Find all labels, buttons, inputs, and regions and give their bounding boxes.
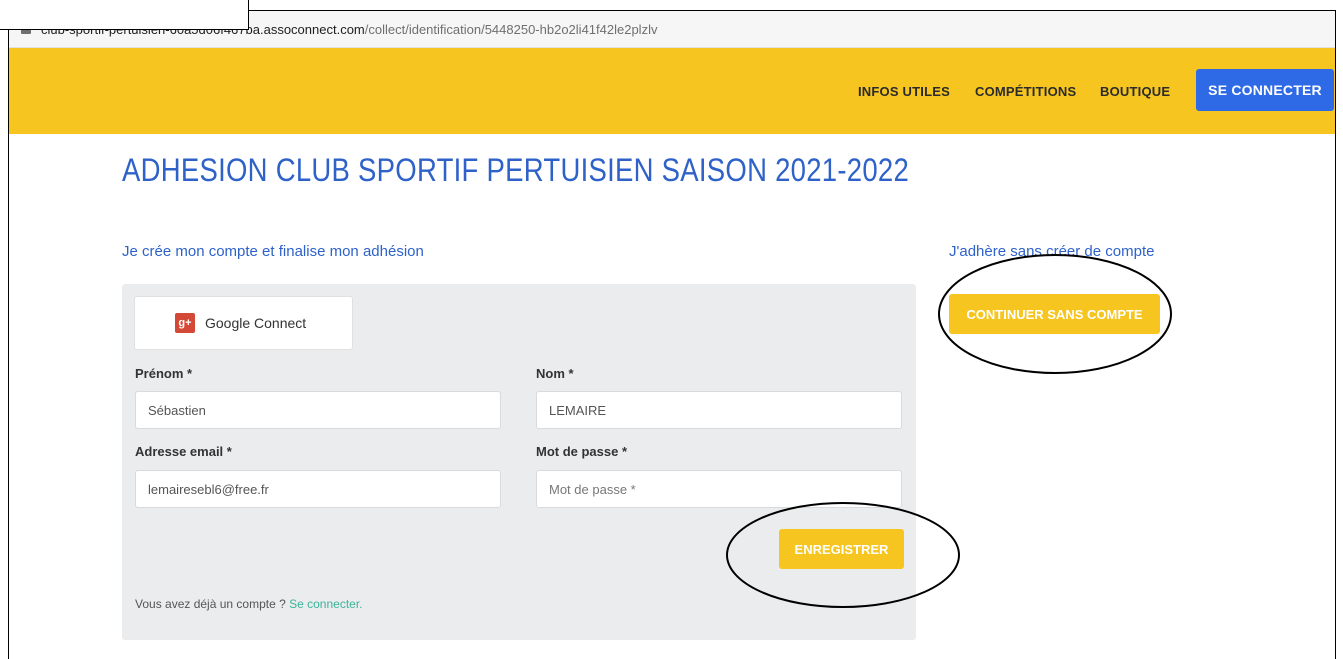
email-field[interactable]: lemairesebl6@free.fr: [135, 470, 501, 508]
url-path: /collect/identification/5448250-hb2o2li4…: [364, 21, 658, 37]
se-connecter-button[interactable]: SE CONNECTER: [1196, 69, 1334, 111]
overlay-patch: [0, 0, 249, 30]
google-connect-label: Google Connect: [205, 315, 307, 331]
page-title: ADHESION CLUB SPORTIF PERTUISIEN SAISON …: [122, 152, 910, 188]
already-account-label: Vous avez déjà un compte ?: [135, 597, 286, 611]
firstname-field[interactable]: Sébastien: [135, 391, 501, 429]
lastname-field[interactable]: LEMAIRE: [536, 391, 902, 429]
password-field[interactable]: Mot de passe *: [536, 470, 902, 508]
already-account-text: Vous avez déjà un compte ? Se connecter.: [135, 597, 363, 611]
nav-boutique[interactable]: BOUTIQUE: [1100, 84, 1170, 99]
create-account-heading: Je crée mon compte et finalise mon adhés…: [122, 243, 424, 260]
password-label: Mot de passe *: [536, 444, 628, 459]
login-link[interactable]: Se connecter.: [289, 597, 362, 611]
google-connect-button[interactable]: g+ Google Connect: [134, 296, 353, 350]
google-plus-icon: g+: [175, 313, 195, 333]
nav-competitions[interactable]: COMPÉTITIONS: [975, 84, 1076, 99]
nav-infos-utiles[interactable]: INFOS UTILES: [858, 84, 950, 99]
site-header: INFOS UTILES COMPÉTITIONS BOUTIQUE SE CO…: [9, 48, 1335, 134]
no-account-heading: J'adhère sans créer de compte: [949, 243, 1155, 260]
continue-without-account-button[interactable]: CONTINUER SANS COMPTE: [949, 294, 1160, 334]
email-label: Adresse email *: [135, 444, 232, 459]
enregistrer-button[interactable]: ENREGISTRER: [779, 529, 904, 569]
lastname-label: Nom *: [536, 366, 574, 381]
firstname-label: Prénom *: [135, 366, 193, 381]
frame-right-border: [1335, 10, 1336, 659]
registration-form: g+ Google Connect Prénom * Sébastien Nom…: [122, 284, 916, 640]
